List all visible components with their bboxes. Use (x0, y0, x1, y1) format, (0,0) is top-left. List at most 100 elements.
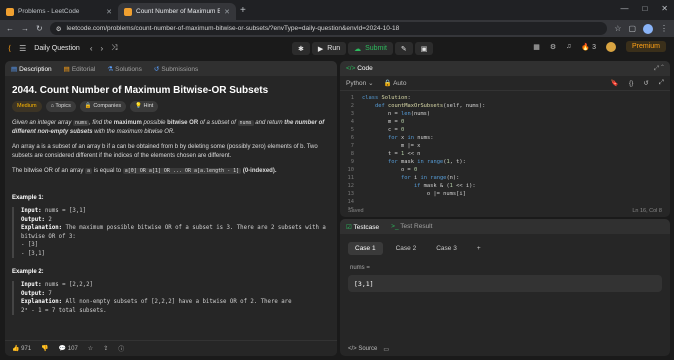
collapse-icon[interactable]: ⌃ (661, 65, 664, 72)
companies-chip[interactable]: 🔒 Companies (79, 101, 127, 112)
expand-icon[interactable]: ▭ (383, 346, 389, 353)
source-bar: </> Source ▭ (340, 342, 397, 356)
streak-badge[interactable]: 🔥 3 (581, 43, 596, 51)
extensions-icon[interactable]: ▢ (628, 24, 636, 33)
thumbs-down-icon: 👎 (41, 346, 49, 352)
forward-icon[interactable]: → (21, 24, 29, 33)
shuffle-icon[interactable]: ⤨ (111, 43, 117, 53)
code-text: for i in range(n): (400, 175, 460, 181)
profile-avatar[interactable] (643, 23, 653, 34)
help-icon[interactable]: ⓘ (118, 344, 124, 353)
example-2-title: Example 2: (12, 269, 44, 275)
favorite-icon[interactable]: ☆ (88, 345, 93, 352)
inline-code: a (85, 168, 93, 174)
whiteboard-button[interactable]: ▣ (414, 42, 434, 55)
next-problem-icon[interactable]: › (101, 44, 104, 53)
code-line[interactable]: 2 def countMaxOrSubsets(self, nums): (340, 102, 670, 110)
fullscreen-icon[interactable]: ⤢ (659, 79, 664, 87)
nav-right: ▦ ⚙ ♫ 🔥 3 Premium (533, 41, 666, 52)
editor-toolbar: Python ⌄ 🔒 Auto 🔖 {} ↺ ⤢ (340, 76, 670, 91)
testcase-input[interactable]: [3,1] (348, 275, 662, 292)
premium-button[interactable]: Premium (625, 41, 666, 52)
topics-chip[interactable]: ⌂ Topics (45, 101, 76, 112)
auto-toggle[interactable]: 🔒 Auto (384, 79, 407, 87)
language-select[interactable]: Python ⌄ (346, 79, 374, 87)
menu-icon[interactable]: ⋮ (660, 24, 668, 33)
statement-text: (0-indexed). (242, 168, 277, 174)
bitwise-definition: The bitwise OR of an array a is equal to… (12, 167, 330, 176)
format-icon[interactable]: {} (629, 80, 633, 87)
code-line[interactable]: 11 for i in range(n): (340, 174, 670, 182)
submissions-icon: ↺ (153, 65, 160, 73)
notifications-icon[interactable]: ♫ (566, 43, 571, 50)
example-output: 2 (48, 216, 52, 223)
like-button[interactable]: 👍 971 (12, 345, 31, 352)
browser-tab-problem[interactable]: Count Number of Maximum Bit ✕ (118, 3, 236, 20)
code-line[interactable]: 10 o = 0 (340, 166, 670, 174)
user-avatar[interactable] (605, 41, 616, 52)
input-label: Input: (21, 208, 42, 214)
tab-test-result[interactable]: >_ Test Result (391, 223, 432, 230)
close-icon[interactable]: ✕ (106, 8, 112, 16)
leetcode-logo-icon[interactable]: ⟨ (8, 44, 11, 53)
code-line[interactable]: 3 n = len(nums) (340, 110, 670, 118)
browser-tab-problems[interactable]: Problems - LeetCode ✕ (0, 3, 118, 20)
tab-description[interactable]: ▤ Description (11, 65, 52, 73)
reset-icon[interactable]: ↺ (643, 79, 648, 87)
back-icon[interactable]: ← (6, 24, 14, 33)
close-icon[interactable]: ✕ (224, 8, 230, 16)
maximize-icon[interactable]: □ (642, 4, 647, 13)
case-tab-2[interactable]: Case 2 (389, 242, 424, 255)
inline-code: a[0] OR a[1] OR ... OR a[a.length - 1] (122, 168, 242, 174)
daily-question-link[interactable]: Daily Question (34, 45, 80, 52)
site-info-icon[interactable]: ⚙ (56, 25, 62, 33)
comment-icon: 💬 (58, 346, 68, 352)
difficulty-badge: Medium (12, 101, 42, 112)
layout-icon[interactable]: ▦ (533, 43, 540, 51)
source-toggle[interactable]: </> Source (348, 346, 377, 352)
bookmark-icon[interactable]: 🔖 (611, 79, 619, 87)
tab-testcase[interactable]: ☑ Testcase (346, 223, 379, 231)
share-icon[interactable]: ⇪ (103, 345, 108, 352)
comments-button[interactable]: 💬 107 (59, 345, 78, 352)
close-window-icon[interactable]: ✕ (661, 4, 668, 13)
code-line[interactable]: 13 o |= nums[i] (340, 190, 670, 198)
code-line[interactable]: 5 c = 0 (340, 126, 670, 134)
prev-problem-icon[interactable]: ‹ (90, 44, 93, 53)
reload-icon[interactable]: ↻ (36, 24, 43, 33)
code-line[interactable]: 9 for mask in range(1, t): (340, 158, 670, 166)
leetcode-favicon-icon (124, 7, 132, 16)
minimize-icon[interactable]: — (620, 4, 628, 13)
code-line[interactable]: 1 class Solution: (340, 94, 670, 102)
maximize-icon[interactable]: ⤢ (654, 65, 659, 72)
code-line[interactable]: 6 for x in nums: (340, 134, 670, 142)
settings-icon[interactable]: ⚙ (550, 43, 556, 51)
case-tab-1[interactable]: Case 1 (348, 242, 383, 255)
code-line[interactable]: 8 t = 1 << n (340, 150, 670, 158)
dislike-button[interactable]: 👎 (41, 345, 48, 352)
code-line[interactable]: 4 m = 0 (340, 118, 670, 126)
tab-solutions[interactable]: ⚗ Solutions (107, 65, 142, 73)
debug-button[interactable]: ✱ (292, 42, 310, 55)
tab-submissions-label: Submissions (161, 65, 199, 73)
code-line[interactable]: 7 m |= x (340, 142, 670, 150)
problem-list-icon[interactable]: ☰ (19, 44, 26, 53)
bookmark-icon[interactable]: ☆ (614, 24, 621, 33)
code-line[interactable]: 12 if mask & (1 << i): (340, 182, 670, 190)
tab-editorial[interactable]: ▤ Editorial (64, 65, 96, 73)
add-case-icon[interactable]: + (470, 242, 488, 255)
hint-chip[interactable]: 💡 Hint (130, 101, 159, 112)
code-text: def countMaxOrSubsets(self, nums): (374, 103, 486, 109)
code-editor[interactable]: 1 class Solution: 2 def countMaxOrSubsets(… (340, 91, 670, 209)
url-bar[interactable]: ⚙ leetcode.com/problems/count-number-of-… (49, 22, 608, 35)
hint-label: Hint (143, 103, 154, 109)
code-text: class Solution: (362, 95, 411, 101)
submit-button[interactable]: ☁ Submit (348, 42, 393, 55)
notes-button[interactable]: ✎ (394, 42, 413, 55)
case-tab-3[interactable]: Case 3 (429, 242, 464, 255)
run-button[interactable]: ▶ Run (311, 42, 347, 55)
problem-title[interactable]: 2044. Count Number of Maximum Bitwise-OR… (12, 86, 330, 96)
tab-submissions[interactable]: ↺ Submissions (154, 65, 198, 73)
input-label: Input: (21, 282, 42, 288)
new-tab-icon[interactable]: + (240, 5, 246, 16)
